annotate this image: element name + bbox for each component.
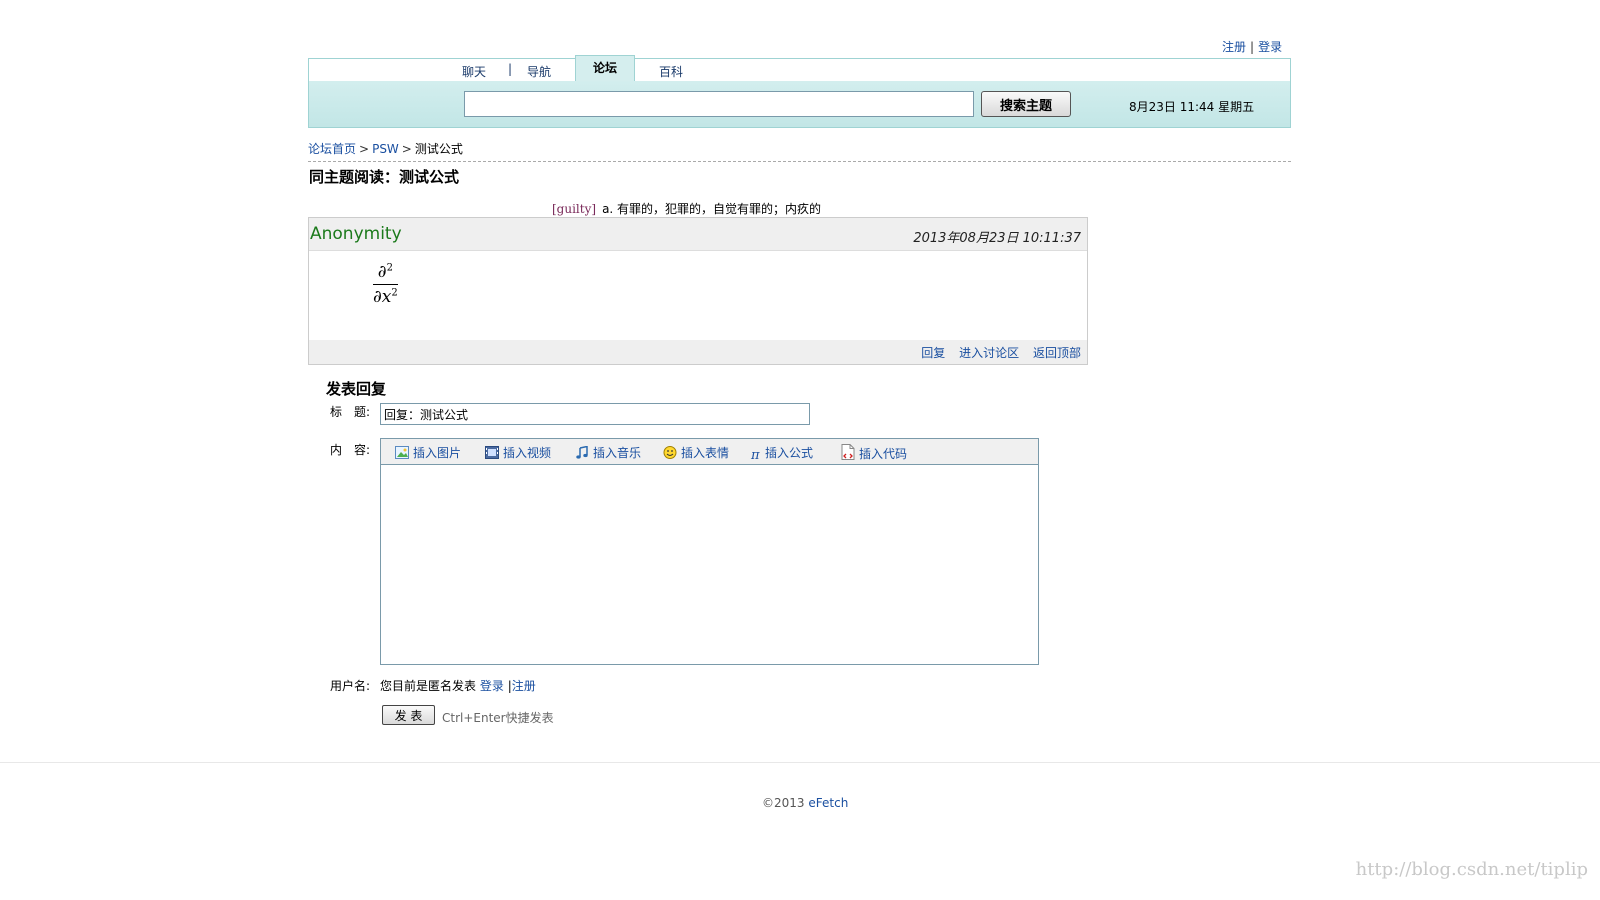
post-formula: ∂2 ∂x2	[373, 262, 398, 307]
nav-tab-chat[interactable]: 聊天	[462, 63, 486, 80]
title-label: 标 题:	[330, 405, 371, 419]
formula-denominator-symbol: ∂x	[373, 287, 392, 307]
copyright: ©2013 eFetch	[762, 796, 848, 810]
formula-denominator-exponent: 2	[391, 287, 398, 299]
breadcrumb-separator: >	[359, 142, 370, 156]
username-label: 用户名:	[330, 679, 371, 693]
insert-formula-button[interactable]: π 插入公式	[751, 444, 813, 462]
nav-tab-forum[interactable]: 论坛	[575, 55, 635, 82]
top-links-separator: |	[1250, 40, 1255, 54]
nav-tab-navigation[interactable]: 导航	[527, 63, 551, 80]
insert-code-button[interactable]: 插入代码	[841, 444, 907, 462]
breadcrumb-separator: >	[401, 142, 412, 156]
submit-button[interactable]: 发 表	[382, 705, 435, 725]
formula-numerator-exponent: 2	[386, 262, 393, 274]
search-topics-button[interactable]: 搜索主题	[981, 91, 1071, 117]
current-datetime: 8月23日 11:44 星期五	[1129, 100, 1255, 114]
username-row: 用户名: 您目前是匿名发表 登录 |注册	[330, 677, 536, 694]
breadcrumb-current: 测试公式	[414, 142, 463, 156]
shortcut-hint: Ctrl+Enter快捷发表	[442, 711, 554, 725]
username-value: 您目前是匿名发表 登录 |注册	[380, 677, 536, 694]
search-bar: 搜索主题 8月23日 11:44 星期五	[309, 81, 1290, 127]
register-link[interactable]: 注册	[1222, 40, 1246, 54]
insert-emoticon-label: 插入表情	[681, 446, 730, 460]
smiley-icon	[663, 446, 677, 459]
video-icon	[485, 446, 499, 459]
post-header: Anonymity 2013年08月23日 10:11:37	[309, 218, 1087, 251]
insert-formula-label: 插入公式	[765, 446, 814, 460]
brand-link[interactable]: eFetch	[808, 796, 848, 810]
music-icon	[575, 445, 589, 459]
formula-numerator: ∂2	[373, 262, 398, 285]
insert-music-button[interactable]: 插入音乐	[575, 444, 641, 461]
form-register-link[interactable]: 注册	[512, 679, 536, 693]
insert-image-button[interactable]: 插入图片	[395, 444, 461, 461]
login-link[interactable]: 登录	[1258, 40, 1282, 54]
insert-video-label: 插入视频	[503, 446, 552, 460]
breadcrumb-forum-home[interactable]: 论坛首页	[308, 142, 356, 156]
form-login-link[interactable]: 登录	[480, 679, 504, 693]
search-input[interactable]	[464, 91, 974, 117]
enter-discussion-link[interactable]: 进入讨论区	[959, 346, 1019, 360]
post: Anonymity 2013年08月23日 10:11:37 ∂2 ∂x2 回复…	[308, 217, 1088, 365]
post-author: Anonymity	[310, 224, 402, 244]
image-icon	[395, 446, 409, 459]
post-actions: 回复 进入讨论区 返回顶部	[911, 344, 1081, 361]
reply-heading: 发表回复	[326, 380, 387, 398]
footer-divider	[0, 762, 1600, 763]
back-to-top-link[interactable]: 返回顶部	[1033, 346, 1081, 360]
content-textarea[interactable]	[381, 465, 1038, 664]
insert-emoticon-button[interactable]: 插入表情	[663, 444, 729, 461]
breadcrumb-psw[interactable]: PSW	[372, 142, 399, 156]
post-footer: 回复 进入讨论区 返回顶部	[309, 340, 1087, 364]
nav-separator: |	[508, 62, 513, 76]
word-definition: [guilty] a. 有罪的，犯罪的，自觉有罪的；内疚的	[552, 200, 821, 217]
insert-image-label: 插入图片	[413, 446, 462, 460]
thread-title: 同主题阅读：测试公式	[309, 168, 460, 186]
post-timestamp: 2013年08月23日 10:11:37	[913, 231, 1081, 246]
anonymous-text: 您目前是匿名发表	[380, 679, 477, 693]
divider	[308, 161, 1291, 162]
pi-icon: π	[751, 448, 760, 463]
top-links: 注册 | 登录	[1222, 38, 1282, 55]
editor-toolbar: 插入图片 插入视频 插入音乐 插入表情 π 插入公式 插入代码	[381, 439, 1038, 465]
watermark: http://blog.csdn.net/tiplip	[1355, 859, 1588, 880]
definition-word: [guilty]	[552, 202, 597, 216]
insert-video-button[interactable]: 插入视频	[485, 444, 551, 461]
title-input[interactable]	[380, 403, 810, 425]
header: 聊天 | 导航 论坛 百科 搜索主题 8月23日 11:44 星期五	[308, 55, 1291, 128]
content-label: 内 容:	[330, 443, 371, 457]
nav-tab-wiki[interactable]: 百科	[659, 63, 683, 80]
insert-code-label: 插入代码	[859, 447, 908, 461]
breadcrumb: 论坛首页 > PSW > 测试公式	[308, 140, 463, 157]
insert-music-label: 插入音乐	[593, 446, 642, 460]
code-icon	[841, 444, 855, 460]
copyright-year: ©2013	[762, 796, 805, 810]
formula-denominator: ∂x2	[373, 285, 398, 307]
reply-link[interactable]: 回复	[921, 346, 945, 360]
content-editor: 插入图片 插入视频 插入音乐 插入表情 π 插入公式 插入代码	[380, 438, 1039, 665]
main-nav: 聊天 | 导航 论坛 百科	[309, 55, 1290, 82]
formula-numerator-symbol: ∂	[377, 262, 387, 282]
definition-meaning: a. 有罪的，犯罪的，自觉有罪的；内疚的	[602, 202, 822, 216]
